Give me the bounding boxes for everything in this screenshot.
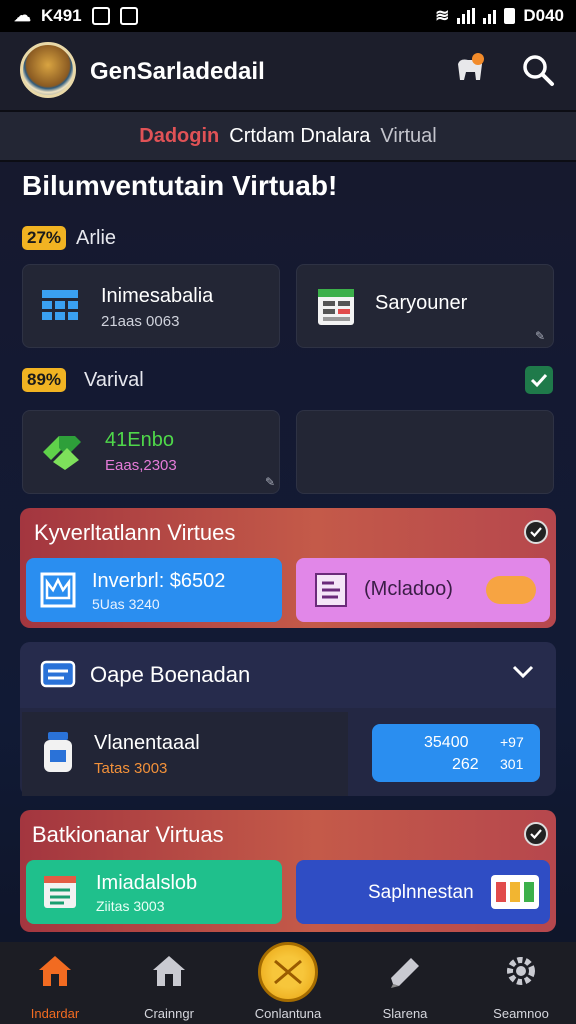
button-title: Saplnnestan bbox=[368, 882, 474, 903]
button-sub: Ziitas 3003 bbox=[96, 898, 165, 914]
panel1-button-b[interactable]: (Mcladoo) bbox=[296, 558, 550, 622]
nav-item-2[interactable]: Crainngr bbox=[124, 952, 214, 1021]
house-icon bbox=[153, 956, 185, 986]
status-bar: ☁ K491 ≋ D040 bbox=[0, 0, 576, 32]
nav-label: Conlantuna bbox=[254, 1006, 322, 1021]
nav-item-4[interactable]: Slarena bbox=[360, 952, 450, 1021]
home-icon bbox=[39, 956, 71, 986]
crown-icon bbox=[40, 572, 76, 608]
bottle-icon bbox=[44, 732, 72, 772]
panel2-header[interactable]: Oape Boenadan bbox=[20, 642, 556, 708]
spreadsheet-icon bbox=[43, 436, 81, 470]
button-sub: 5Uas 3240 bbox=[92, 596, 160, 612]
button-title: Imiadalslob bbox=[96, 872, 198, 894]
status-right-text: D040 bbox=[523, 6, 564, 25]
section2-card-empty[interactable] bbox=[296, 410, 554, 494]
nav-item-settings[interactable]: Seamnoo bbox=[476, 952, 566, 1021]
section2-label: Varival bbox=[84, 368, 144, 391]
chevron-down-icon[interactable] bbox=[512, 664, 534, 680]
panel3-button-a[interactable]: Imiadalslob Ziitas 3003 bbox=[26, 860, 282, 924]
tab-3[interactable]: Virtual bbox=[380, 125, 436, 148]
section2-header: 89% Varival bbox=[22, 368, 144, 392]
app-title: GenSarladedail bbox=[90, 58, 265, 85]
nav-label: Crainngr bbox=[144, 1006, 194, 1021]
wifi-icon: ≋ bbox=[435, 6, 450, 25]
section1-label: Arlie bbox=[76, 226, 117, 249]
stat-1: 35400 bbox=[424, 734, 469, 751]
page-title: Bilumventutain Virtuab! bbox=[22, 170, 338, 201]
panel2-stats-button[interactable]: 35400 +97 262 301 bbox=[372, 724, 540, 782]
card-title: Saryouner bbox=[375, 292, 468, 314]
nav-item-home[interactable]: Indardar bbox=[10, 952, 100, 1021]
grid-icon bbox=[42, 290, 78, 320]
gear-icon bbox=[507, 957, 535, 985]
panel1: Kyverltatlann Virtues Inverbrl: $6502 5U… bbox=[20, 508, 556, 628]
pen-icon bbox=[391, 958, 419, 988]
signal-icon bbox=[457, 8, 476, 24]
cloud-icon: ☁ bbox=[14, 6, 31, 25]
tab-2[interactable]: Crtdam Dnalara bbox=[229, 125, 370, 148]
close-icon bbox=[274, 959, 302, 985]
nav-label: Slarena bbox=[382, 1006, 428, 1021]
circle-check-icon[interactable] bbox=[524, 822, 548, 846]
dog-icon[interactable] bbox=[452, 50, 488, 86]
app-logo bbox=[20, 42, 76, 98]
notification-icon bbox=[91, 7, 110, 25]
tab-1[interactable]: Dadogin bbox=[139, 125, 219, 148]
panel1-button-a[interactable]: Inverbrl: $6502 5Uas 3240 bbox=[26, 558, 282, 622]
circle-check-icon[interactable] bbox=[524, 520, 548, 544]
stat-4: 301 bbox=[500, 756, 524, 772]
section2-card-a[interactable]: 41Enbo Eaas,2303 ✎ bbox=[22, 410, 280, 494]
calendar-icon bbox=[318, 289, 354, 325]
button-title: Inverbrl: $6502 bbox=[92, 570, 226, 592]
panel3-button-b[interactable]: Saplnnestan bbox=[296, 860, 550, 924]
edit-icon[interactable]: ✎ bbox=[265, 475, 275, 489]
tab-strip: Dadogin Crtdam Dnalara Virtual bbox=[0, 110, 576, 162]
center-action-button[interactable] bbox=[258, 942, 318, 1002]
stat-3: 262 bbox=[452, 756, 479, 773]
document-icon bbox=[315, 573, 347, 607]
nav-label: Indardar bbox=[30, 1006, 80, 1021]
card-sub: Eaas,2303 bbox=[105, 457, 177, 474]
status-left-text: K491 bbox=[41, 6, 82, 25]
panel2-title: Oape Boenadan bbox=[90, 662, 251, 687]
check-icon[interactable] bbox=[525, 366, 553, 394]
section1-header: 27% Arlie bbox=[22, 226, 116, 250]
battery-icon bbox=[504, 8, 516, 24]
panel1-title: Kyverltatlann Virtues bbox=[34, 520, 236, 545]
search-icon[interactable] bbox=[520, 52, 556, 88]
section1-badge: 27% bbox=[22, 226, 67, 250]
edit-icon[interactable]: ✎ bbox=[535, 329, 545, 343]
list-card-icon bbox=[44, 876, 76, 908]
apps-icon bbox=[491, 875, 539, 909]
card-title: Vlanentaaal bbox=[94, 732, 200, 754]
nav-label: Seamnoo bbox=[493, 1006, 549, 1021]
section2-badge: 89% bbox=[22, 368, 67, 392]
card-sub: Tatas 3003 bbox=[94, 760, 168, 777]
button-title: (Mcladoo) bbox=[364, 578, 453, 600]
signal2-icon bbox=[483, 8, 497, 24]
pill-badge-icon bbox=[486, 576, 536, 604]
app-notification-icon bbox=[119, 7, 138, 25]
panel3: Batkionanar Virtuas Imiadalslob Ziitas 3… bbox=[20, 810, 556, 932]
panel3-title: Batkionanar Virtuas bbox=[32, 822, 224, 847]
panel2-card[interactable]: Vlanentaaal Tatas 3003 bbox=[22, 712, 348, 796]
section1-card-a[interactable]: Inimesabalia 21aas 0063 bbox=[22, 264, 280, 348]
section1-card-b[interactable]: Saryouner ✎ bbox=[296, 264, 554, 348]
card-title: 41Enbo bbox=[105, 429, 174, 451]
card-sub: 21aas 0063 bbox=[101, 313, 180, 330]
stat-2: +97 bbox=[500, 734, 524, 750]
card-title: Inimesabalia bbox=[101, 285, 214, 307]
message-icon bbox=[40, 660, 76, 688]
app-header: GenSarladedail bbox=[0, 32, 576, 110]
panel2: Oape Boenadan Vlanentaaal Tatas 3003 354… bbox=[20, 642, 556, 796]
